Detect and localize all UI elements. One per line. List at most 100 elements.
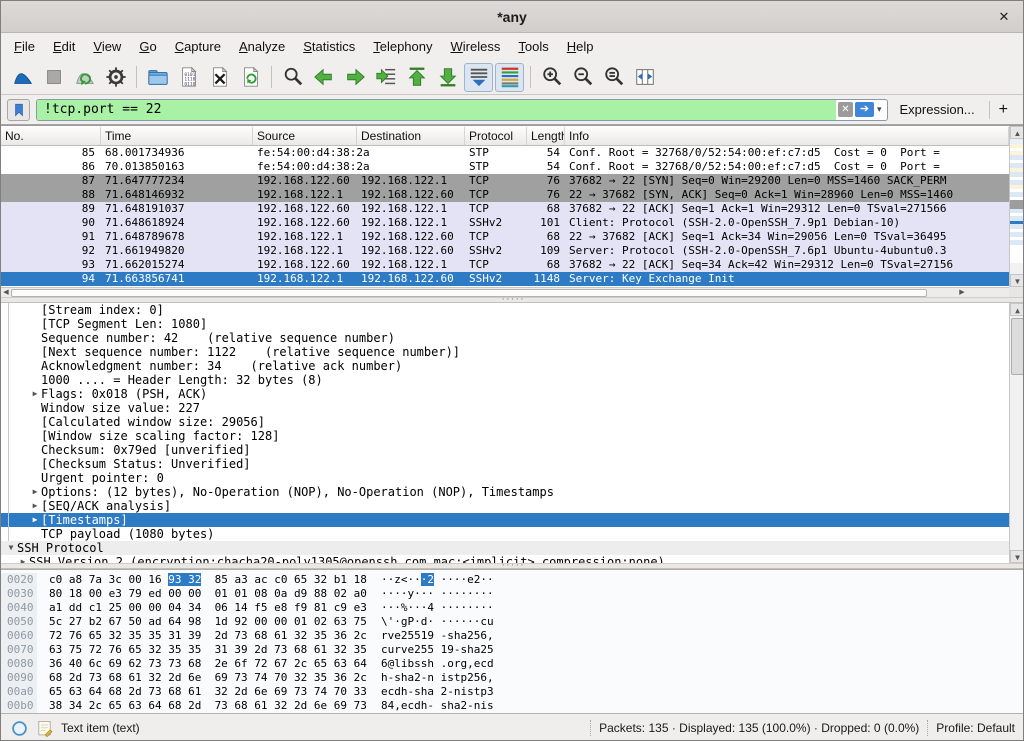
detail-line[interactable]: ▶[SEQ/ACK analysis] <box>1 499 1009 513</box>
expander-icon[interactable]: ▶ <box>17 555 29 563</box>
menu-file[interactable]: File <box>5 35 44 58</box>
detail-line[interactable]: ▶Flags: 0x018 (PSH, ACK) <box>1 387 1009 401</box>
hex-row-00b0[interactable]: 00b038 34 2c 65 63 64 68 2d 73 68 61 32 … <box>1 699 1024 713</box>
detail-line[interactable]: Acknowledgment number: 34 (relative ack … <box>1 359 1009 373</box>
resize-columns-button[interactable] <box>630 63 659 92</box>
display-filter-input[interactable] <box>37 100 836 120</box>
hex-row-0080[interactable]: 008036 40 6c 69 62 73 73 68 2e 6f 72 67 … <box>1 657 1024 671</box>
find-packet-button[interactable] <box>278 63 307 92</box>
filter-clear-button[interactable]: ✕ <box>838 102 853 117</box>
details-scroll-thumb[interactable] <box>1011 318 1024 375</box>
packet-list-vscrollbar[interactable]: ▲ ▼ <box>1009 126 1024 287</box>
go-to-packet-button[interactable] <box>371 63 400 92</box>
zoom-out-button[interactable] <box>568 63 597 92</box>
menu-wireless[interactable]: Wireless <box>442 35 510 58</box>
hex-row-0040[interactable]: 0040a1 dd c1 25 00 00 04 34 06 14 f5 e8 … <box>1 601 1024 615</box>
go-back-button[interactable] <box>309 63 338 92</box>
packet-row-86[interactable]: 8670.013850163fe:54:00:d4:38:2aSTP54Conf… <box>1 160 1009 174</box>
menu-go[interactable]: Go <box>130 35 165 58</box>
detail-line[interactable]: ▼SSH Protocol <box>1 541 1009 555</box>
filter-bookmark-button[interactable] <box>7 99 30 121</box>
start-capture-button[interactable] <box>8 63 37 92</box>
colorize-packets-button[interactable] <box>495 63 524 92</box>
detail-line[interactable]: 1000 .... = Header Length: 32 bytes (8) <box>1 373 1009 387</box>
column-header-time[interactable]: Time <box>101 127 253 145</box>
menu-tools[interactable]: Tools <box>509 35 557 58</box>
packet-row-93[interactable]: 9371.662015274192.168.122.60192.168.122.… <box>1 258 1009 272</box>
detail-line[interactable]: [Checksum Status: Unverified] <box>1 457 1009 471</box>
detail-line[interactable]: ▶[Timestamps] <box>1 513 1009 527</box>
filter-history-caret-icon[interactable]: ▾ <box>874 104 887 115</box>
expander-icon[interactable]: ▶ <box>29 499 41 513</box>
restart-capture-button[interactable] <box>70 63 99 92</box>
hscroll-thumb[interactable] <box>11 289 927 297</box>
hex-row-00a0[interactable]: 00a065 63 64 68 2d 73 68 61 32 2d 6e 69 … <box>1 685 1024 699</box>
hex-row-0060[interactable]: 006072 76 65 32 35 35 31 39 2d 73 68 61 … <box>1 629 1024 643</box>
detail-line[interactable]: TCP payload (1080 bytes) <box>1 527 1009 541</box>
menu-telephony[interactable]: Telephony <box>364 35 441 58</box>
detail-line[interactable]: [TCP Segment Len: 1080] <box>1 317 1009 331</box>
column-header-source[interactable]: Source <box>253 127 357 145</box>
detail-line[interactable]: ▶Options: (12 bytes), No-Operation (NOP)… <box>1 485 1009 499</box>
column-header-protocol[interactable]: Protocol <box>465 127 527 145</box>
column-header-no[interactable]: No. <box>1 127 101 145</box>
detail-line[interactable]: [Calculated window size: 29056] <box>1 415 1009 429</box>
expander-icon[interactable]: ▶ <box>29 485 41 499</box>
capture-comment-icon[interactable] <box>36 720 53 737</box>
menu-analyze[interactable]: Analyze <box>230 35 294 58</box>
zoom-in-button[interactable] <box>537 63 566 92</box>
hex-row-0020[interactable]: 0020c0 a8 7a 3c 00 16 93 32 85 a3 ac c0 … <box>1 573 1024 587</box>
save-file-button[interactable]: 010111100110 <box>174 63 203 92</box>
scroll-up-icon[interactable]: ▲ <box>1010 303 1024 316</box>
menu-view[interactable]: View <box>84 35 130 58</box>
packet-row-92[interactable]: 9271.661949820192.168.122.1192.168.122.6… <box>1 244 1009 258</box>
filter-apply-button[interactable]: ➔ <box>855 102 874 117</box>
filter-add-button[interactable]: + <box>989 101 1017 119</box>
close-icon[interactable]: ✕ <box>996 9 1012 25</box>
hex-row-0050[interactable]: 00505c 27 b2 67 50 ad 64 98 1d 92 00 00 … <box>1 615 1024 629</box>
detail-line[interactable]: [Window size scaling factor: 128] <box>1 429 1009 443</box>
menu-help[interactable]: Help <box>558 35 603 58</box>
capture-options-button[interactable] <box>101 63 130 92</box>
reload-file-button[interactable] <box>236 63 265 92</box>
menu-edit[interactable]: Edit <box>44 35 84 58</box>
expander-icon[interactable]: ▶ <box>29 387 41 401</box>
column-header-info[interactable]: Info <box>565 127 1009 145</box>
detail-line[interactable]: Sequence number: 42 (relative sequence n… <box>1 331 1009 345</box>
expander-icon[interactable]: ▶ <box>29 513 41 527</box>
scroll-down-icon[interactable]: ▼ <box>1010 274 1024 287</box>
expression-button[interactable]: Expression... <box>894 102 981 117</box>
detail-line[interactable]: Checksum: 0x79ed [unverified] <box>1 443 1009 457</box>
details-vscrollbar[interactable]: ▲ ▼ <box>1009 303 1024 563</box>
packet-row-85[interactable]: 8568.001734936fe:54:00:d4:38:2aSTP54Conf… <box>1 146 1009 160</box>
packet-row-88[interactable]: 8871.648146932192.168.122.1192.168.122.6… <box>1 188 1009 202</box>
zoom-reset-button[interactable] <box>599 63 628 92</box>
detail-line[interactable]: [Next sequence number: 1122 (relative se… <box>1 345 1009 359</box>
detail-line[interactable]: [Stream index: 0] <box>1 303 1009 317</box>
column-header-destination[interactable]: Destination <box>357 127 465 145</box>
stop-capture-button[interactable] <box>39 63 68 92</box>
go-last-packet-button[interactable] <box>433 63 462 92</box>
scroll-up-icon[interactable]: ▲ <box>1010 126 1024 139</box>
profile-status[interactable]: Profile: Default <box>936 721 1015 735</box>
expert-info-icon[interactable] <box>11 720 28 737</box>
menu-statistics[interactable]: Statistics <box>294 35 364 58</box>
open-file-button[interactable] <box>143 63 172 92</box>
hex-row-0090[interactable]: 009068 2d 73 68 61 32 2d 6e 69 73 74 70 … <box>1 671 1024 685</box>
close-file-button[interactable] <box>205 63 234 92</box>
menu-capture[interactable]: Capture <box>166 35 230 58</box>
packet-row-89[interactable]: 8971.648191037192.168.122.60192.168.122.… <box>1 202 1009 216</box>
go-first-packet-button[interactable] <box>402 63 431 92</box>
column-header-length[interactable]: Length <box>527 127 565 145</box>
hex-row-0030[interactable]: 003080 18 00 e3 79 ed 00 00 01 01 08 0a … <box>1 587 1024 601</box>
hex-row-0070[interactable]: 007063 75 72 76 65 32 35 35 31 39 2d 73 … <box>1 643 1024 657</box>
expander-icon[interactable]: ▼ <box>5 541 17 555</box>
detail-line[interactable]: Urgent pointer: 0 <box>1 471 1009 485</box>
packet-row-87[interactable]: 8771.647777234192.168.122.60192.168.122.… <box>1 174 1009 188</box>
packet-row-91[interactable]: 9171.648789678192.168.122.1192.168.122.6… <box>1 230 1009 244</box>
auto-scroll-button[interactable] <box>464 63 493 92</box>
packet-list-minimap[interactable] <box>1010 139 1024 274</box>
go-forward-button[interactable] <box>340 63 369 92</box>
scroll-down-icon[interactable]: ▼ <box>1010 550 1024 563</box>
packet-row-94[interactable]: 9471.663856741192.168.122.1192.168.122.6… <box>1 272 1009 286</box>
